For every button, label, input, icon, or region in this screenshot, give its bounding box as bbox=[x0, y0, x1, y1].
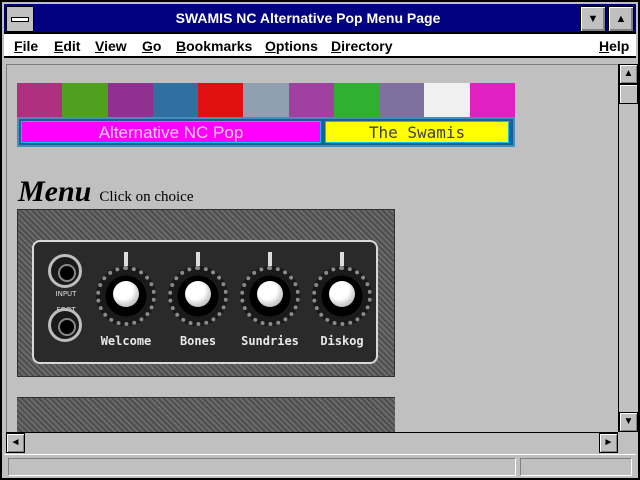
menu-view[interactable]: View bbox=[95, 38, 127, 54]
banner-image: Alternative NC Pop The Swamis bbox=[17, 83, 515, 149]
vertical-scrollbar[interactable]: ▲ ▼ bbox=[618, 64, 638, 432]
menu-edit[interactable]: Edit bbox=[54, 38, 80, 54]
arrow-down-icon[interactable]: ▼ bbox=[619, 412, 638, 432]
menu-subheading: Click on choice bbox=[99, 189, 194, 205]
second-amp-image bbox=[17, 397, 395, 432]
knob-bones[interactable] bbox=[168, 252, 228, 326]
amp-menu-image-map[interactable]: INPUTFOOTSWITCH Welcome Bones Sundries D… bbox=[17, 209, 395, 377]
maximize-icon[interactable]: ▲ bbox=[608, 6, 634, 32]
vertical-scroll-thumb[interactable] bbox=[619, 84, 638, 104]
arrow-up-icon[interactable]: ▲ bbox=[619, 64, 638, 84]
status-bar bbox=[4, 454, 636, 478]
input-jack-icon bbox=[48, 254, 82, 288]
banner-left-label: Alternative NC Pop bbox=[21, 121, 321, 143]
knob-sundries[interactable] bbox=[240, 252, 300, 326]
menu-file[interactable]: File bbox=[14, 38, 38, 54]
menu-bookmarks[interactable]: Bookmarks bbox=[176, 38, 252, 54]
title-bar[interactable]: SWAMIS NC Alternative Pop Menu Page ▼ ▲ bbox=[4, 4, 636, 34]
page-content[interactable]: Alternative NC Pop The Swamis Menu Click… bbox=[6, 64, 618, 432]
banner-labels: Alternative NC Pop The Swamis bbox=[17, 117, 515, 147]
menu-go[interactable]: Go bbox=[142, 38, 161, 54]
window-title: SWAMIS NC Alternative Pop Menu Page bbox=[175, 10, 441, 26]
menu-bar: File Edit View Go Bookmarks Options Dire… bbox=[4, 34, 636, 58]
status-progress bbox=[520, 458, 632, 476]
horizontal-scrollbar[interactable]: ◄ ► bbox=[6, 432, 618, 453]
photo-strip bbox=[17, 83, 515, 117]
menu-options[interactable]: Options bbox=[265, 38, 318, 54]
knob-welcome[interactable] bbox=[96, 252, 156, 326]
link-sundries[interactable]: Sundries bbox=[230, 334, 310, 348]
footswitch-jack-icon bbox=[48, 308, 82, 342]
system-menu-icon[interactable] bbox=[6, 6, 34, 32]
browser-window: SWAMIS NC Alternative Pop Menu Page ▼ ▲ … bbox=[0, 0, 640, 480]
link-bones[interactable]: Bones bbox=[158, 334, 238, 348]
arrow-left-icon[interactable]: ◄ bbox=[6, 433, 25, 453]
minimize-icon[interactable]: ▼ bbox=[580, 6, 606, 32]
link-welcome[interactable]: Welcome bbox=[86, 334, 166, 348]
menu-heading: Menu bbox=[18, 175, 92, 208]
knob-diskog[interactable] bbox=[312, 252, 372, 326]
link-diskog[interactable]: Diskog bbox=[302, 334, 382, 348]
banner-right-label: The Swamis bbox=[325, 121, 509, 143]
status-message bbox=[8, 458, 516, 476]
scroll-corner bbox=[618, 432, 638, 452]
amp-panel: INPUTFOOTSWITCH Welcome Bones Sundries D… bbox=[32, 240, 378, 364]
arrow-right-icon[interactable]: ► bbox=[599, 433, 618, 453]
menu-directory[interactable]: Directory bbox=[331, 38, 392, 54]
menu-help[interactable]: Help bbox=[599, 38, 629, 54]
page-heading: Menu Click on choice bbox=[18, 175, 194, 209]
